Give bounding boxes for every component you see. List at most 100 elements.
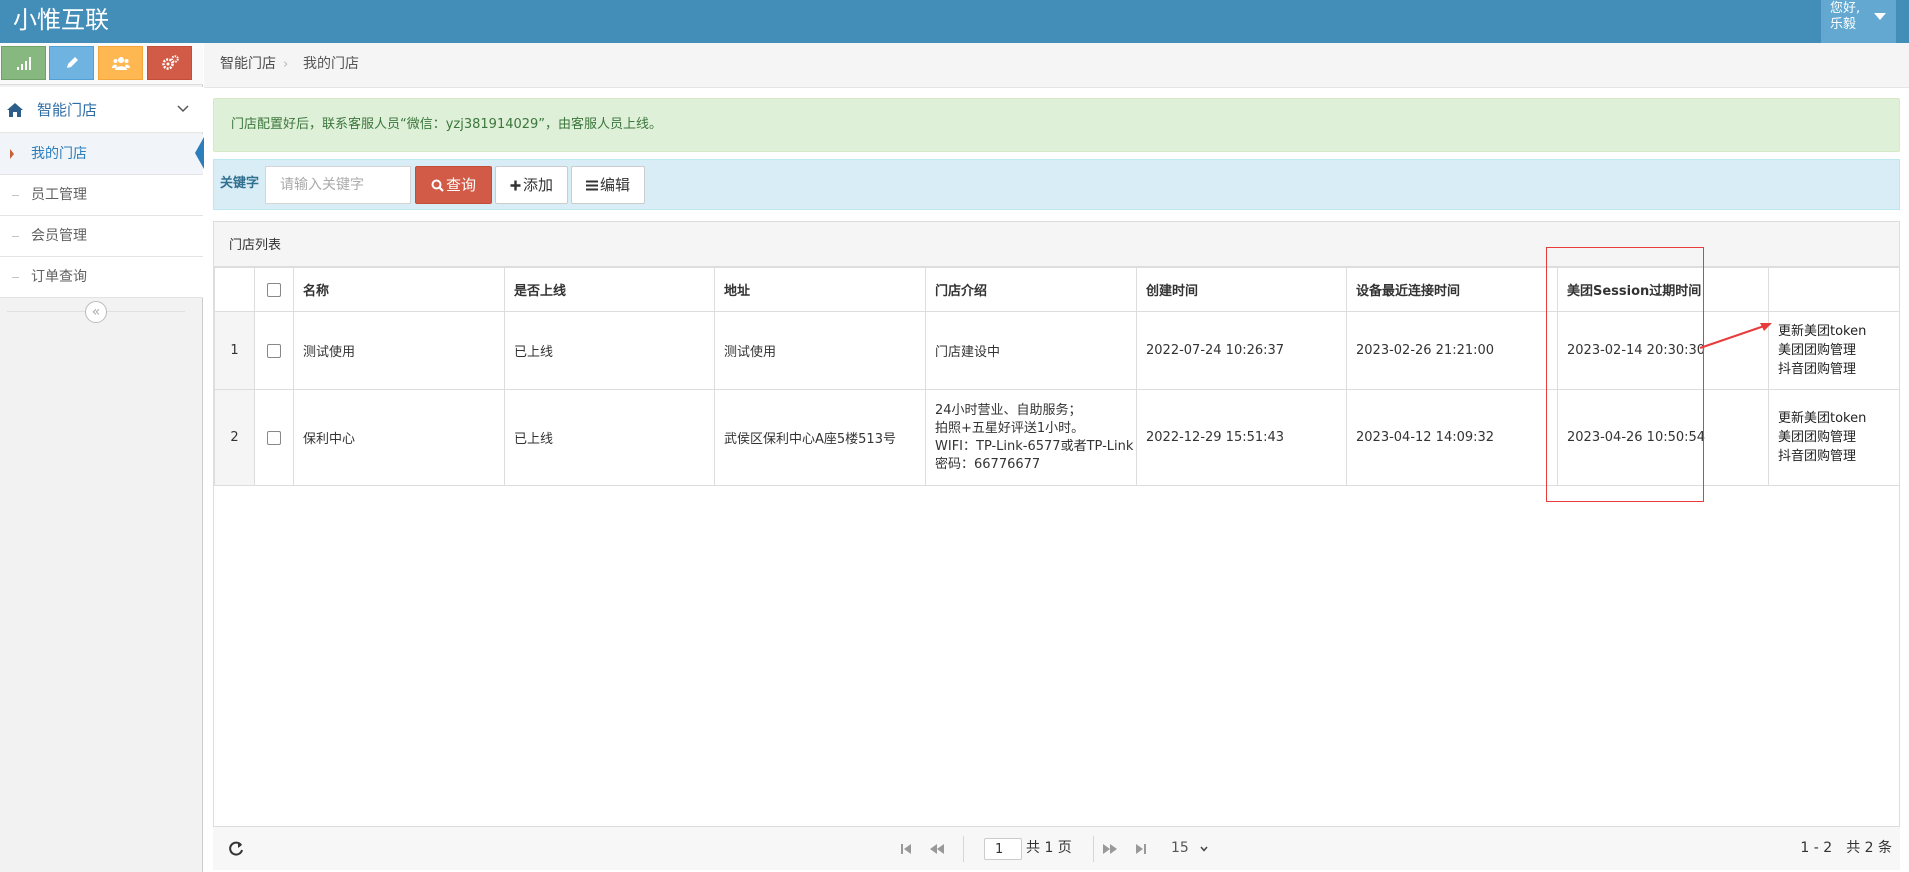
alert-text: 门店配置好后，联系客服人员“微信：yzj381914029”，由客服人员上线。	[231, 117, 663, 132]
cell-name: 测试使用	[293, 311, 505, 390]
total-pages-text: 共 1 页	[1026, 840, 1072, 856]
row-checkbox[interactable]	[267, 430, 281, 445]
search-button[interactable]: 查询	[415, 166, 492, 204]
shortcut-signal-button[interactable]	[1, 46, 46, 80]
column-header-online[interactable]: 是否上线	[504, 267, 715, 312]
annotation-arrow-icon	[1699, 323, 1772, 349]
cell-address: 武侯区保利中心A座5楼513号	[714, 389, 926, 486]
shortcut-users-button[interactable]	[98, 46, 143, 80]
plus-icon	[510, 180, 521, 190]
info-alert: 门店配置好后，联系客服人员“微信：yzj381914029”，由客服人员上线。	[213, 98, 1900, 152]
user-menu[interactable]: 您好,乐毅	[1821, 0, 1896, 43]
brand-title[interactable]: 小惟互联	[13, 4, 109, 36]
pager-divider	[1093, 836, 1094, 862]
record-range-text: 1 - 2 共 2 条	[1800, 840, 1892, 856]
cell-created: 2022-12-29 15:51:43	[1136, 389, 1347, 486]
column-header-created[interactable]: 创建时间	[1136, 267, 1347, 312]
cell-last-connect: 2023-02-26 21:21:00	[1346, 311, 1558, 390]
row-number: 1	[214, 311, 255, 390]
user-greeting: 您好,乐毅	[1830, 1, 1861, 32]
first-page-icon[interactable]	[898, 841, 914, 857]
breadcrumb: 智能门店 › 我的门店	[204, 43, 1909, 88]
cell-intro: 24小时营业、自助服务； 拍照+五星好评送1小时。 WIFI：TP-Link-6…	[925, 389, 1137, 486]
douyin-groupbuy-link[interactable]: 抖音团购管理	[1778, 360, 1890, 379]
breadcrumb-parent-link[interactable]: 智能门店	[220, 55, 276, 74]
cell-name: 保利中心	[293, 389, 505, 486]
panel-title: 门店列表	[229, 238, 282, 253]
edit-button-label: 编辑	[599, 175, 630, 194]
list-icon	[585, 180, 598, 190]
meituan-groupbuy-link[interactable]: 美团团购管理	[1778, 341, 1890, 360]
chevron-down-icon	[177, 105, 189, 113]
douyin-groupbuy-link[interactable]: 抖音团购管理	[1778, 447, 1890, 466]
home-icon	[7, 103, 23, 117]
sidebar-item-staff[interactable]: 员工管理	[0, 175, 203, 216]
intro-line: WIFI：TP-Link-6577或者TP-Link	[935, 438, 1134, 454]
page-size-select[interactable]: 15	[1171, 839, 1189, 858]
dash-icon	[12, 236, 19, 237]
users-icon	[111, 57, 130, 70]
edit-button[interactable]: 编辑	[571, 166, 645, 204]
cell-created: 2022-07-24 10:26:37	[1136, 311, 1347, 390]
sidebar-item-label: 会员管理	[31, 228, 87, 244]
shortcut-pencil-button[interactable]	[49, 46, 94, 80]
chevron-down-icon[interactable]	[1200, 845, 1208, 853]
sidebar-item-label: 我的门店	[31, 146, 87, 162]
sidebar-item-label: 订单查询	[31, 269, 87, 285]
breadcrumb-current: 我的门店	[303, 56, 359, 72]
sidebar-item-label: 员工管理	[31, 187, 87, 203]
select-all-checkbox[interactable]	[267, 282, 281, 297]
refresh-icon[interactable]	[227, 840, 245, 858]
next-page-icon[interactable]	[1102, 841, 1118, 857]
page-number-input[interactable]	[984, 838, 1022, 860]
update-meituan-token-link[interactable]: 更新美团token	[1778, 322, 1890, 341]
meituan-groupbuy-link[interactable]: 美团团购管理	[1778, 428, 1890, 447]
annotation-highlight-box	[1546, 247, 1704, 502]
active-caret-icon	[10, 149, 14, 159]
search-button-label: 查询	[445, 175, 476, 194]
column-header-address[interactable]: 地址	[714, 267, 926, 312]
last-page-icon[interactable]	[1133, 841, 1149, 857]
previous-page-icon[interactable]	[929, 841, 945, 857]
sidebar-shortcuts	[0, 43, 203, 85]
shortcut-cogs-button[interactable]	[147, 46, 192, 80]
cell-address: 测试使用	[714, 311, 926, 390]
sidebar-group-smart-store[interactable]: 智能门店	[0, 87, 203, 133]
row-number: 2	[214, 389, 255, 486]
signal-icon	[16, 57, 31, 70]
row-select-cell[interactable]	[254, 389, 294, 486]
update-meituan-token-link[interactable]: 更新美团token	[1778, 409, 1890, 428]
search-toolbar: 关键字 查询 添加 编辑	[213, 159, 1900, 210]
cell-operations: 更新美团token 美团团购管理 抖音团购管理	[1768, 311, 1900, 390]
sidebar-item-members[interactable]: 会员管理	[0, 216, 203, 257]
cell-online: 已上线	[504, 389, 715, 486]
sidebar-group-label: 智能门店	[37, 101, 98, 119]
cell-last-connect: 2023-04-12 14:09:32	[1346, 389, 1558, 486]
row-checkbox[interactable]	[267, 343, 281, 358]
sidebar-item-orders[interactable]: 订单查询	[0, 257, 203, 298]
pencil-icon	[66, 57, 78, 68]
column-header-name[interactable]: 名称	[293, 267, 505, 312]
add-button[interactable]: 添加	[495, 166, 568, 204]
dash-icon	[12, 277, 19, 278]
breadcrumb-separator: ›	[283, 57, 289, 72]
keyword-label: 关键字	[220, 176, 260, 191]
cogs-icon	[161, 55, 179, 70]
cell-intro: 门店建设中	[925, 311, 1137, 390]
column-header-operations	[1768, 267, 1900, 312]
sidebar-collapse-button[interactable]: «	[85, 301, 107, 323]
cell-operations: 更新美团token 美团团购管理 抖音团购管理	[1768, 389, 1900, 486]
header-select-all[interactable]	[254, 267, 294, 312]
dash-icon	[12, 195, 19, 196]
intro-line: 拍照+五星好评送1小时。	[935, 420, 1085, 436]
column-header-intro[interactable]: 门店介绍	[925, 267, 1137, 312]
column-header-last-connect[interactable]: 设备最近连接时间	[1346, 267, 1558, 312]
keyword-input[interactable]	[265, 166, 411, 204]
row-select-cell[interactable]	[254, 311, 294, 390]
intro-line: 24小时营业、自助服务；	[935, 402, 1082, 418]
add-button-label: 添加	[522, 175, 553, 194]
pagination-bar: 共 1 页 15 1 - 2 共 2 条	[213, 826, 1900, 870]
sidebar-item-my-store[interactable]: 我的门店	[0, 134, 204, 175]
caret-down-icon	[1874, 13, 1886, 20]
pager-divider	[963, 836, 964, 862]
